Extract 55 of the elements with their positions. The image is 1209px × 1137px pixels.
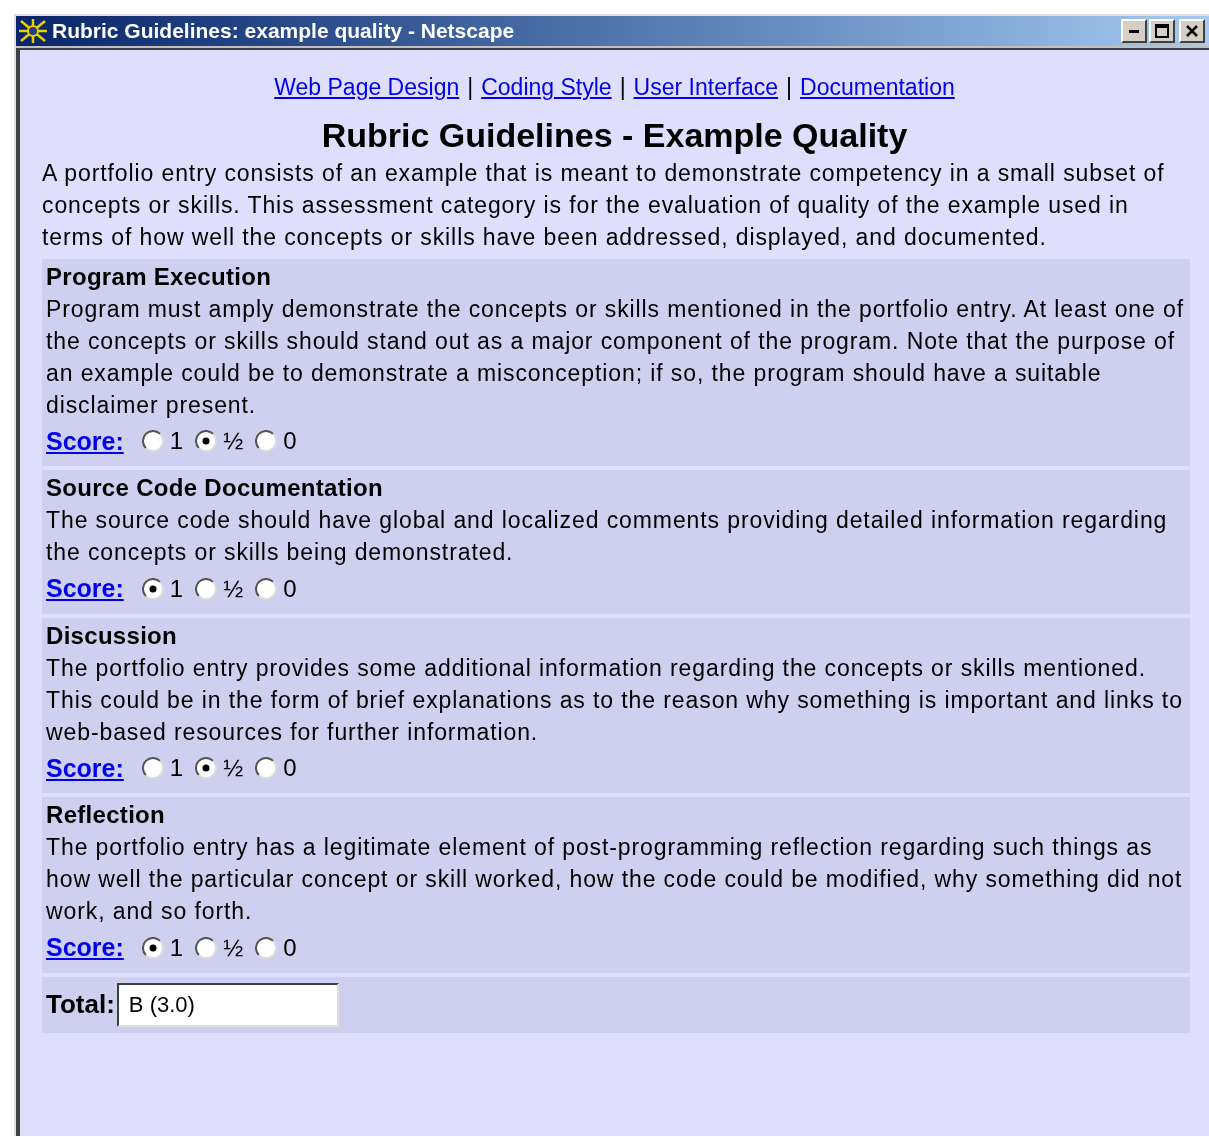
radio-button[interactable] — [195, 577, 218, 600]
radio-button[interactable] — [141, 757, 164, 780]
close-icon — [1185, 24, 1199, 38]
intro-paragraph: A portfolio entry consists of an example that is meant to demonstrate competency in a small subset of concepts or skills. This assessment category is for the evaluation of quality of the example used in terms of how well the concepts or skills have been addressed, displayed, and documented. — [42, 158, 1166, 252]
radio-button[interactable] — [141, 430, 164, 453]
radio-button[interactable] — [195, 430, 218, 453]
criterion-title: Program Execution — [46, 261, 273, 292]
criterion-description: The portfolio entry provides some additional information regarding the concepts or skills mentioned. This could be in the form of brief explanations as to the reason why something is important and links to web-based resources for further information. — [46, 653, 1184, 747]
score-link[interactable]: Score: — [46, 422, 124, 460]
maximize-button[interactable] — [1149, 19, 1175, 43]
nav-link[interactable]: Coding Style — [481, 70, 612, 105]
score-option[interactable]: ½ — [195, 570, 244, 607]
score-option[interactable]: ½ — [195, 750, 244, 787]
nav-link[interactable]: Documentation — [800, 70, 955, 105]
total-label: Total: — [46, 988, 115, 1021]
criterion-description: Program must amply demonstrate the concepts or skills mentioned in the portfolio entry. At least one of the concepts or skills should stand out as a major component of the program. Note that the purpose of an example could be to demonstrate a misconception; if so, the program should have a suitable disclaimer present. — [46, 294, 1185, 420]
minimize-button[interactable] — [1121, 19, 1147, 43]
link-separator: | — [786, 73, 793, 102]
radio-button[interactable] — [255, 577, 278, 600]
score-option[interactable]: 1 — [141, 929, 184, 966]
score-link[interactable]: Score: — [46, 929, 124, 967]
score-option[interactable]: 0 — [255, 750, 297, 787]
score-option[interactable]: ½ — [195, 423, 244, 460]
score-option[interactable]: 1 — [141, 570, 184, 607]
radio-button[interactable] — [195, 757, 218, 780]
radio-button[interactable] — [141, 936, 164, 959]
window-title: Rubric Guidelines: example quality - Netscape — [52, 18, 515, 45]
nav-link[interactable]: Web Page Design — [274, 70, 460, 105]
radio-button[interactable] — [255, 757, 278, 780]
score-option[interactable]: 0 — [255, 570, 297, 607]
nav-link[interactable]: User Interface — [633, 70, 779, 105]
score-option[interactable]: 1 — [141, 423, 184, 460]
score-option[interactable]: 1 — [141, 750, 184, 787]
radio-button[interactable] — [195, 936, 218, 959]
score-option[interactable]: 0 — [255, 423, 297, 460]
link-separator: | — [619, 73, 626, 102]
radio-button[interactable] — [141, 577, 164, 600]
score-link[interactable]: Score: — [46, 570, 124, 608]
total-field[interactable]: B (3.0) — [116, 982, 339, 1027]
score-option[interactable]: 0 — [255, 929, 297, 966]
link-separator: | — [467, 73, 474, 102]
star-logo-icon — [18, 18, 48, 44]
criterion-description: The source code should have global and localized comments providing detailed information regarding the concepts or skills being demonstrated. — [46, 506, 1169, 567]
score-link[interactable]: Score: — [46, 749, 124, 787]
close-button[interactable] — [1179, 19, 1205, 43]
radio-button[interactable] — [255, 936, 278, 959]
criterion-title: Reflection — [46, 800, 166, 830]
maximize-icon — [1155, 24, 1169, 38]
minimize-icon — [1129, 29, 1139, 33]
criterion-description: The portfolio entry has a legitimate element of post-programming reflection regarding such things as how well the particular concept or skill worked, how the code could be modified, why something did not work, and so forth. — [46, 833, 1184, 926]
page-heading: Rubric Guidelines - Example Quality — [320, 114, 909, 156]
criterion-title: Source Code Documentation — [46, 473, 384, 503]
score-option[interactable]: ½ — [195, 929, 244, 966]
criterion-title: Discussion — [46, 620, 179, 651]
radio-button[interactable] — [255, 430, 278, 453]
